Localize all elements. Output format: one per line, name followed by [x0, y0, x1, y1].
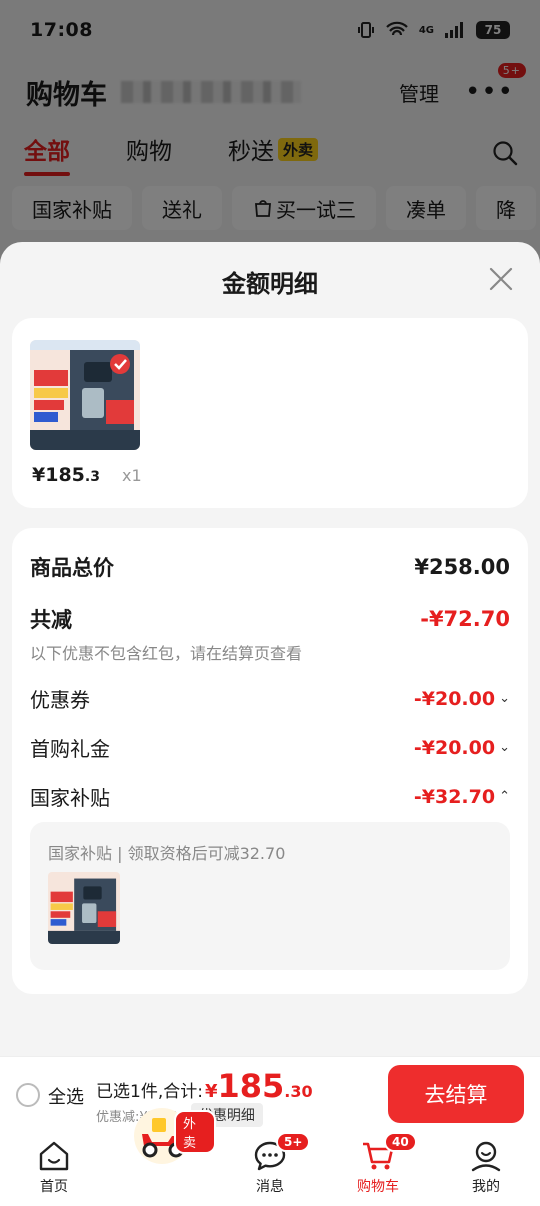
national-subsidy-row[interactable]: 国家补贴 -¥32.70 ⌃: [30, 782, 510, 811]
reduce-row: 共减 -¥72.70: [30, 604, 510, 634]
reduce-note: 以下优惠不包含红包，请在结算页查看: [30, 644, 303, 663]
close-icon[interactable]: [488, 266, 514, 292]
tab-cart-label: 购物车: [357, 1179, 399, 1195]
product-price-dec: .3: [84, 469, 100, 485]
tab-messages-label: 消息: [256, 1179, 284, 1195]
coupon-label: 优惠券: [30, 688, 90, 712]
tab-waimai-badge: 外卖: [174, 1110, 216, 1154]
subsidy-box: 国家补贴 | 领取资格后可减32.70: [30, 822, 510, 970]
national-subsidy-value: -¥32.70: [413, 785, 496, 808]
chevron-up-icon: ⌃: [499, 789, 510, 804]
sum-yen: ¥: [204, 1081, 218, 1102]
tab-messages[interactable]: 消息 5+: [216, 1132, 324, 1206]
product-qty: x1: [122, 466, 142, 485]
chevron-down-icon: ⌄: [499, 740, 510, 755]
total-value: ¥258.00: [414, 555, 510, 579]
product-card: ¥185.3 x1: [12, 318, 528, 508]
select-all-checkbox[interactable]: [16, 1083, 40, 1107]
product-price-int: ¥185: [32, 464, 85, 486]
tab-bar: 首页 外卖 消息 5+ 购物车 40 我的: [0, 1108, 540, 1206]
subsidy-product-image[interactable]: [48, 872, 120, 944]
checkout-bar: 全选 已选1件,合计: ¥ 185 .30 优惠减:¥72.70 优惠明细 去结…: [0, 1056, 540, 1132]
total-label: 商品总价: [30, 556, 114, 580]
user-icon: [471, 1141, 501, 1172]
sum-dec: .30: [284, 1082, 313, 1101]
tab-home[interactable]: 首页: [0, 1132, 108, 1206]
first-purchase-value: -¥20.00: [413, 736, 496, 759]
first-purchase-label: 首购礼金: [30, 737, 110, 761]
price-detail-card: 商品总价 ¥258.00 共减 -¥72.70 以下优惠不包含红包，请在结算页查…: [12, 528, 528, 994]
tab-cart[interactable]: 购物车 40: [324, 1132, 432, 1206]
selected-text: 已选1件,合计:: [96, 1082, 203, 1102]
product-image[interactable]: [30, 340, 140, 450]
tab-me[interactable]: 我的: [432, 1132, 540, 1206]
sheet-title: 金额明细: [222, 270, 318, 298]
subsidy-text: 国家补贴 | 领取资格后可减32.70: [48, 844, 286, 863]
tab-home-label: 首页: [40, 1179, 68, 1195]
national-subsidy-label: 国家补贴: [30, 786, 110, 810]
total-row: 商品总价 ¥258.00: [30, 552, 510, 582]
coupon-value: -¥20.00: [413, 687, 496, 710]
first-purchase-row[interactable]: 首购礼金 -¥20.00 ⌄: [30, 733, 510, 762]
coupon-row[interactable]: 优惠券 -¥20.00 ⌄: [30, 684, 510, 713]
reduce-label: 共减: [30, 608, 72, 632]
tab-cart-badge: 40: [384, 1132, 417, 1152]
sum-line: 已选1件,合计: ¥ 185 .30: [96, 1067, 313, 1105]
home-icon: [39, 1141, 69, 1171]
reduce-value: -¥72.70: [420, 607, 510, 631]
tab-messages-badge: 5+: [276, 1132, 311, 1152]
tab-waimai[interactable]: 外卖: [108, 1108, 216, 1206]
chevron-down-icon: ⌄: [499, 691, 510, 706]
tab-me-label: 我的: [472, 1179, 500, 1195]
sum-int: 185: [217, 1067, 285, 1105]
checkout-button[interactable]: 去结算: [388, 1065, 524, 1123]
select-all-label[interactable]: 全选: [48, 1083, 84, 1109]
product-price: ¥185.3: [32, 464, 100, 486]
